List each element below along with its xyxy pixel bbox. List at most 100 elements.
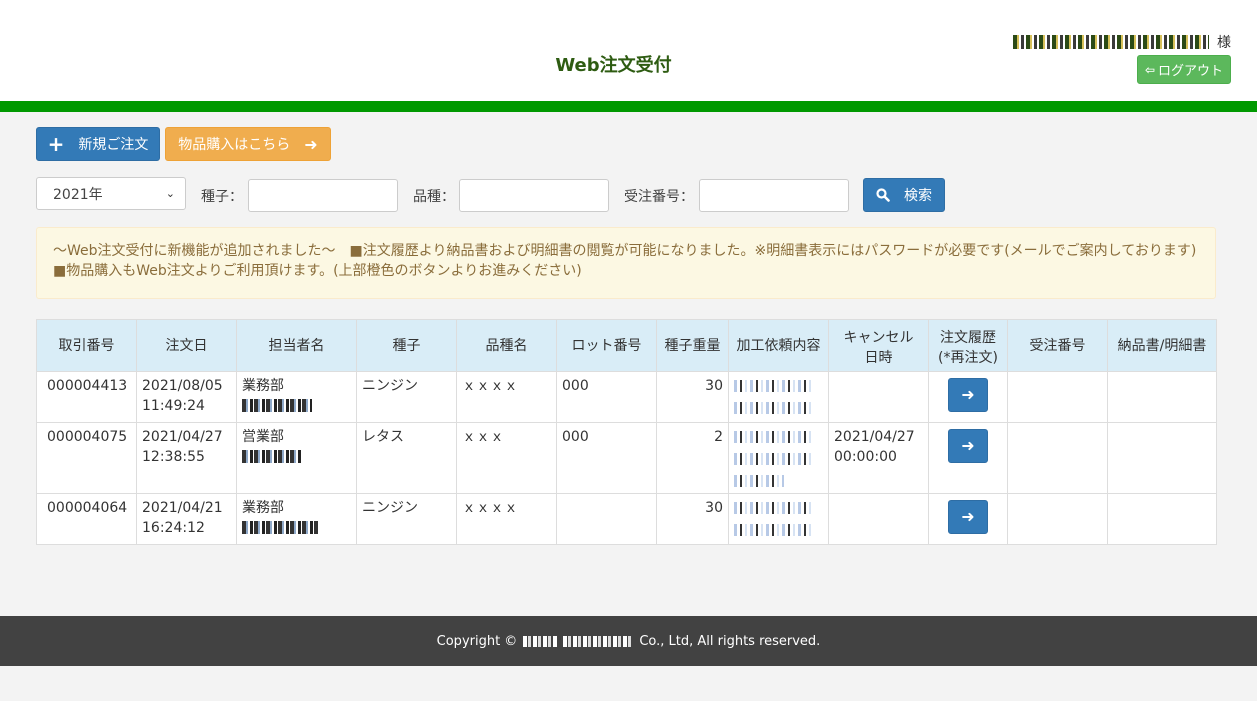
redacted-processing [734, 502, 812, 514]
redacted-person-name [242, 450, 302, 463]
logout-button[interactable]: ⇦ ログアウト [1137, 55, 1231, 84]
year-select[interactable]: 2021年 ⌄ [36, 177, 186, 210]
cell-seed: ニンジン [356, 493, 457, 545]
cell-weight: 30 [656, 493, 729, 545]
buy-goods-button[interactable]: 物品購入はこちら ➜ [165, 127, 331, 161]
cell-processing [728, 493, 829, 545]
table-header-row: 取引番号 注文日 担当者名 種子 品種名 ロット番号 種子重量 加工依頼内容 キ… [36, 319, 1217, 372]
order-no-filter-input[interactable] [699, 179, 849, 212]
cell-receive-no [1007, 493, 1108, 545]
header-seed: 種子 [356, 319, 457, 372]
person-dept: 営業部 [242, 429, 284, 445]
cell-cancel [828, 371, 929, 423]
redacted-processing [734, 475, 784, 487]
cell-order-date: 2021/04/21 16:24:12 [136, 493, 237, 545]
reorder-button[interactable]: ➜ [948, 500, 988, 534]
order-date: 2021/04/27 [142, 429, 223, 445]
order-date: 2021/04/21 [142, 500, 223, 516]
header-receive-no: 受注番号 [1007, 319, 1108, 372]
cell-person: 業務部 [236, 371, 357, 423]
copyright-prefix: Copyright © [436, 633, 518, 649]
new-order-label: 新規ご注文 [78, 137, 149, 153]
header-cancel-line1: キャンセル [843, 330, 914, 346]
arrow-right-icon: ➜ [304, 134, 318, 154]
cell-variety: ｘｘｘｘ [456, 493, 557, 545]
user-name: 様 [1013, 32, 1231, 52]
variety-filter-label: 品種： [413, 189, 455, 205]
seed-filter-label: 種子： [201, 189, 243, 205]
page-title: Web注文受付 [555, 55, 672, 76]
table-row: 000004075 2021/04/27 12:38:55 営業部 レタス ｘｘｘ… [36, 422, 1217, 494]
header-accent-bar [0, 101, 1257, 112]
cell-txn-no: 000004413 [36, 371, 137, 423]
reorder-button[interactable]: ➜ [948, 429, 988, 463]
search-icon [876, 188, 890, 202]
arrow-right-icon: ➜ [961, 436, 975, 455]
redacted-person-name [242, 521, 318, 534]
search-label: 検索 [904, 188, 932, 204]
cell-receive-no [1007, 422, 1108, 494]
person-dept: 業務部 [242, 500, 284, 516]
header-processing: 加工依頼内容 [728, 319, 829, 372]
cell-cancel [828, 493, 929, 545]
cell-history: ➜ [928, 493, 1008, 545]
order-time: 16:24:12 [142, 520, 205, 536]
cell-txn-no: 000004064 [36, 493, 137, 545]
header-cancel: キャンセル 日時 [828, 319, 929, 372]
seed-filter-input[interactable] [248, 179, 398, 212]
person-dept: 業務部 [242, 378, 284, 394]
table-row: 000004413 2021/08/05 11:49:24 業務部 ニンジン ｘｘ… [36, 371, 1217, 423]
header-order-date: 注文日 [136, 319, 237, 372]
variety-filter-input[interactable] [459, 179, 609, 212]
cell-seed: ニンジン [356, 371, 457, 423]
redacted-processing [734, 380, 812, 392]
cell-processing [728, 371, 829, 423]
page-footer: Copyright © Co., Ltd, All rights reserve… [0, 616, 1257, 666]
cell-lot [556, 493, 657, 545]
header-txn-no: 取引番号 [36, 319, 137, 372]
new-feature-notice: ～Web注文受付に新機能が追加されました～ ■注文履歴より納品書および明細書の閲… [36, 227, 1216, 299]
arrow-right-icon: ➜ [961, 385, 975, 404]
reorder-button[interactable]: ➜ [948, 378, 988, 412]
new-order-button[interactable]: + 新規ご注文 [36, 127, 160, 161]
cell-receive-no [1007, 371, 1108, 423]
user-honorific: 様 [1217, 35, 1231, 51]
order-date: 2021/08/05 [142, 378, 223, 394]
redacted-processing [734, 431, 812, 443]
page-header: Web注文受付 様 ⇦ ログアウト [0, 0, 1257, 102]
search-button[interactable]: 検索 [863, 178, 945, 212]
order-time: 11:49:24 [142, 398, 205, 414]
cell-weight: 30 [656, 371, 729, 423]
header-weight: 種子重量 [656, 319, 729, 372]
cell-delivery [1107, 422, 1217, 494]
cell-delivery [1107, 371, 1217, 423]
cell-lot: 000 [556, 422, 657, 494]
copyright-suffix: Co., Ltd, All rights reserved. [639, 633, 821, 649]
header-lot: ロット番号 [556, 319, 657, 372]
cell-variety: ｘｘｘ [456, 422, 557, 494]
year-select-value: 2021年 [53, 186, 103, 203]
cell-lot: 000 [556, 371, 657, 423]
cancel-time: 00:00:00 [834, 449, 897, 465]
header-history-line2: (*再注文) [938, 350, 998, 366]
arrow-right-icon: ➜ [961, 507, 975, 526]
cell-delivery [1107, 493, 1217, 545]
header-history-line1: 注文履歴 [940, 330, 996, 346]
redacted-company-logo [523, 635, 558, 647]
buy-goods-label: 物品購入はこちら [178, 137, 291, 153]
redacted-processing [734, 524, 812, 536]
cell-processing [728, 422, 829, 494]
sign-out-icon: ⇦ [1144, 62, 1156, 77]
header-variety: 品種名 [456, 319, 557, 372]
order-no-filter-label: 受注番号： [624, 189, 694, 205]
cell-order-date: 2021/08/05 11:49:24 [136, 371, 237, 423]
logout-label: ログアウト [1158, 64, 1224, 79]
header-delivery: 納品書/明細書 [1107, 319, 1217, 372]
redacted-processing [734, 453, 812, 465]
redacted-processing [734, 402, 812, 414]
cell-order-date: 2021/04/27 12:38:55 [136, 422, 237, 494]
chevron-down-icon: ⌄ [165, 187, 175, 200]
order-table: 取引番号 注文日 担当者名 種子 品種名 ロット番号 種子重量 加工依頼内容 キ… [36, 319, 1217, 545]
cell-cancel: 2021/04/27 00:00:00 [828, 422, 929, 494]
order-time: 12:38:55 [142, 449, 205, 465]
